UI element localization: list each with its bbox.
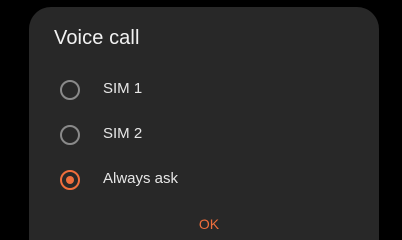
radio-unchecked-icon[interactable] bbox=[60, 80, 80, 100]
option-label: SIM 1 bbox=[103, 80, 143, 97]
option-always-ask[interactable]: Always ask bbox=[29, 159, 379, 199]
option-sim-2[interactable]: SIM 2 bbox=[29, 114, 379, 154]
radio-unchecked-icon[interactable] bbox=[60, 125, 80, 145]
option-label: SIM 2 bbox=[103, 125, 143, 142]
radio-checked-icon[interactable] bbox=[60, 170, 80, 190]
ok-button[interactable]: OK bbox=[179, 210, 239, 238]
screen: Voice call SIM 1 SIM 2 Always ask OK bbox=[0, 0, 402, 240]
radio-dot bbox=[66, 176, 74, 184]
option-label: Always ask bbox=[103, 170, 179, 187]
option-sim-1[interactable]: SIM 1 bbox=[29, 69, 379, 109]
dialog-title: Voice call bbox=[54, 27, 140, 49]
voice-call-dialog: Voice call SIM 1 SIM 2 Always ask OK bbox=[29, 7, 379, 240]
